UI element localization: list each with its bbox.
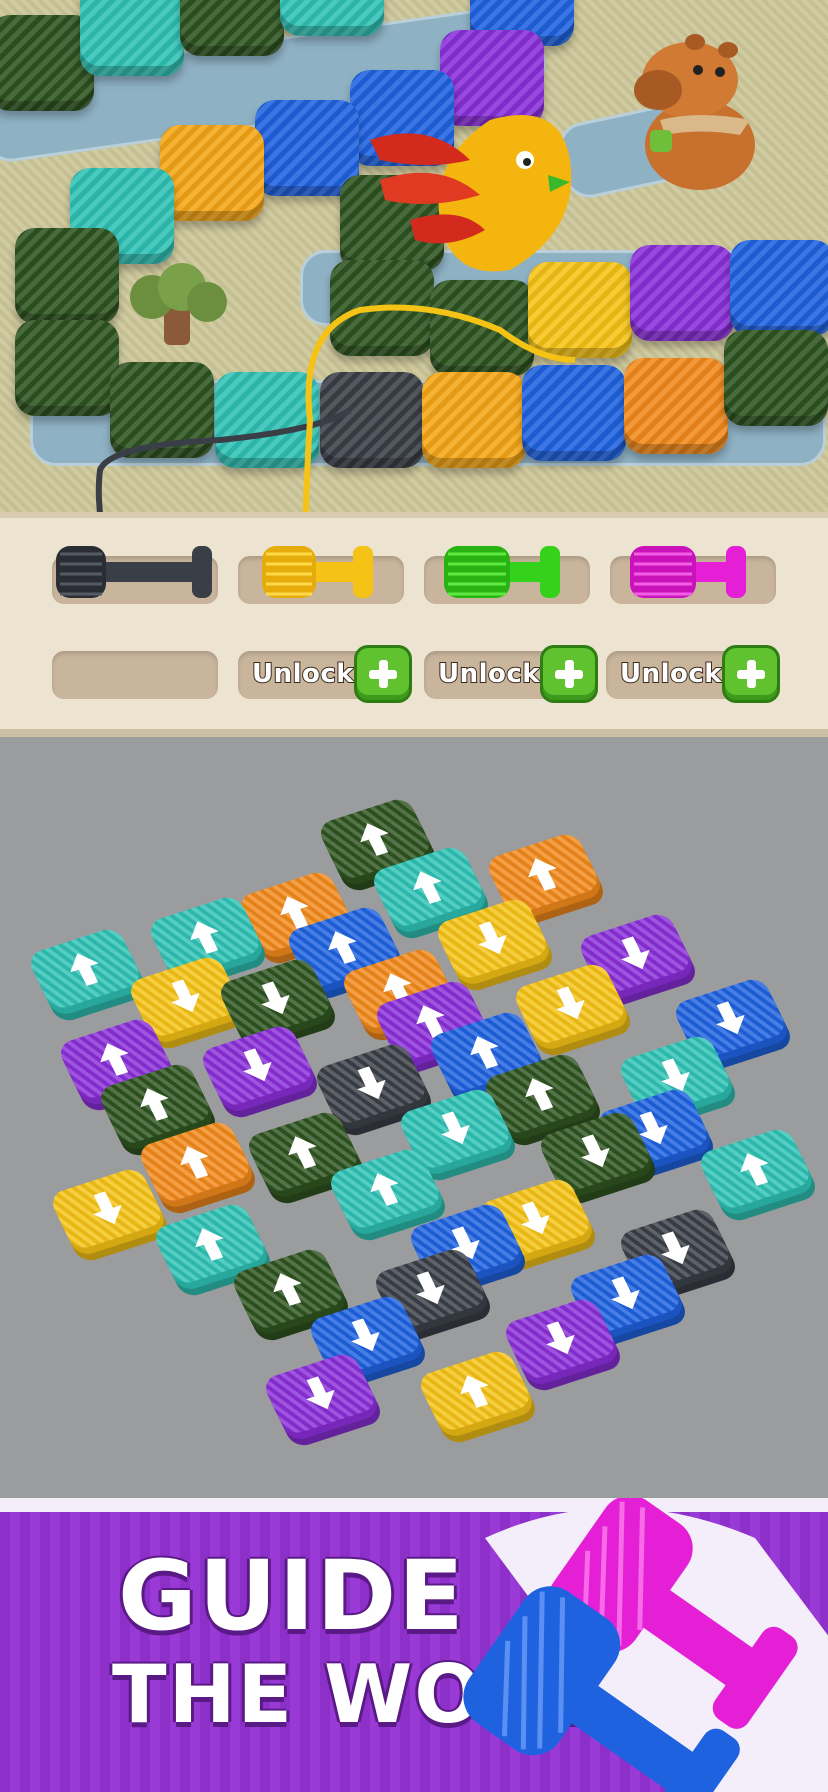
direction-arrow-icon <box>190 921 219 954</box>
direction-arrow-icon <box>306 1376 335 1410</box>
yarn-tile-teal[interactable] <box>695 1125 821 1225</box>
direction-arrow-icon <box>716 1001 745 1035</box>
direction-arrow-icon <box>288 1136 317 1169</box>
direction-arrow-icon <box>195 1228 224 1261</box>
unlock-slot-1[interactable]: Unlock <box>238 645 412 703</box>
unlock-label: Unlock <box>437 658 541 690</box>
spool-lime[interactable] <box>440 532 580 612</box>
unlock-slot-2[interactable]: Unlock <box>424 645 598 703</box>
direction-arrow-icon <box>556 986 585 1020</box>
wool-threads <box>95 304 576 512</box>
direction-arrow-icon <box>470 1036 499 1069</box>
direction-arrow-icon <box>460 1375 489 1408</box>
direction-arrow-icon <box>93 1191 122 1225</box>
promo-banner: GUIDE THE WOOL <box>0 1498 828 1792</box>
spool-shelf: Unlock Unlock Unlock <box>0 512 828 737</box>
yarn-tile-purple[interactable] <box>197 1022 323 1122</box>
direction-arrow-icon <box>528 858 557 891</box>
spool-graphic <box>463 1498 828 1792</box>
direction-arrow-icon <box>180 1146 209 1179</box>
empty-spool-slot <box>52 651 218 699</box>
direction-arrow-icon <box>261 981 290 1015</box>
spool-charcoal[interactable] <box>52 532 222 612</box>
unlock-label: Unlock <box>251 658 355 690</box>
spool-yellow[interactable] <box>258 532 388 612</box>
spool-magenta[interactable] <box>626 532 766 612</box>
banner-title-line1: GUIDE <box>118 1540 466 1652</box>
direction-arrow-icon <box>546 1321 575 1355</box>
unlock-slot-3[interactable]: Unlock <box>606 645 780 703</box>
direction-arrow-icon <box>416 1271 445 1305</box>
unlock-label: Unlock <box>619 658 723 690</box>
direction-arrow-icon <box>357 1066 386 1100</box>
direction-arrow-icon <box>413 871 442 904</box>
direction-arrow-icon <box>611 1276 640 1310</box>
direction-arrow-icon <box>360 823 389 856</box>
yarn-tile-teal[interactable] <box>25 925 151 1025</box>
direction-arrow-icon <box>243 1048 272 1082</box>
direction-arrow-icon <box>140 1088 169 1121</box>
unlock-plus-button[interactable] <box>722 645 780 703</box>
direction-arrow-icon <box>273 1273 302 1306</box>
direction-arrow-icon <box>370 1173 399 1206</box>
direction-arrow-icon <box>740 1153 769 1186</box>
direction-arrow-icon <box>328 931 357 964</box>
game-board <box>0 0 828 512</box>
puzzle-area <box>0 737 828 1505</box>
direction-arrow-icon <box>581 1134 610 1168</box>
direction-arrow-icon <box>525 1078 554 1111</box>
unlock-plus-button[interactable] <box>354 645 412 703</box>
direction-arrow-icon <box>171 979 200 1013</box>
direction-arrow-icon <box>441 1111 470 1145</box>
direction-arrow-icon <box>621 936 650 970</box>
direction-arrow-icon <box>478 921 507 955</box>
unlock-plus-button[interactable] <box>540 645 598 703</box>
direction-arrow-icon <box>70 953 99 986</box>
